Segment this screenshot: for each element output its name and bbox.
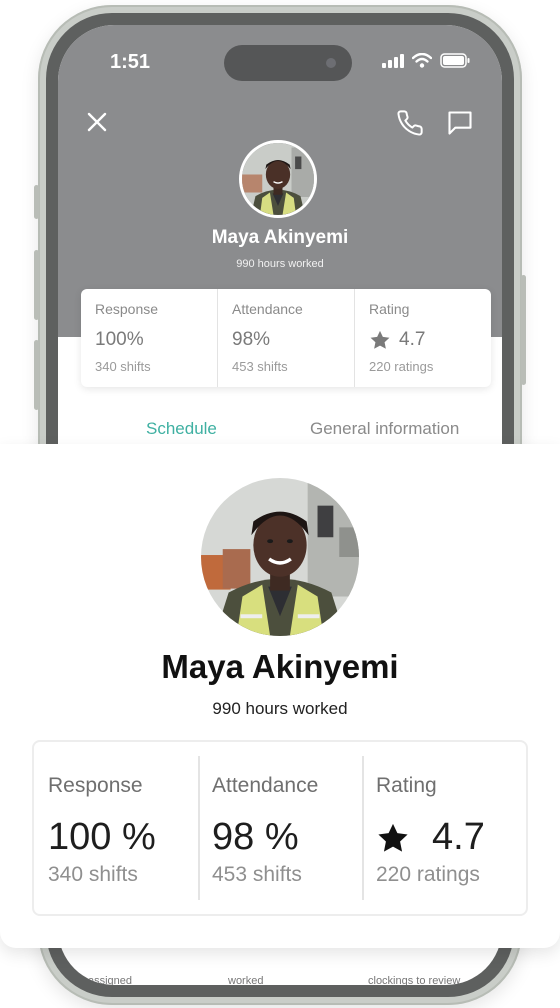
- stat-attendance: Attendance 98% 453 shifts: [218, 289, 355, 387]
- label-assigned: assigned: [88, 975, 133, 985]
- stat-rating: Rating 4.7 220 ratings: [355, 289, 491, 387]
- avatar: [239, 140, 317, 218]
- stat-sub: 220 ratings: [369, 359, 434, 374]
- chat-icon[interactable]: [446, 109, 474, 137]
- profile-name-large: Maya Akinyemi: [161, 648, 399, 685]
- stat-value-row: 4.7: [369, 329, 477, 351]
- hours-worked-large: 990 hours worked: [212, 699, 348, 718]
- stat-sub: 453 shifts: [212, 863, 302, 886]
- stat-value-row: 4.7: [376, 816, 512, 859]
- mute-switch: [34, 185, 39, 219]
- stat-response: Response 100% 340 shifts: [81, 289, 218, 387]
- stat-response-large: Response 100 % 340 shifts: [34, 742, 198, 914]
- stat-label: Response: [48, 774, 143, 797]
- label-clockings-to-review: clockings to review: [368, 975, 461, 985]
- status-time: 1:51: [110, 51, 151, 73]
- signal-icon: [382, 53, 404, 68]
- camera-icon: [326, 58, 336, 68]
- profile-zoom-card: Maya Akinyemi 990 hours worked Response …: [0, 444, 560, 948]
- stat-label: Attendance: [232, 301, 303, 317]
- volume-up-button: [34, 250, 39, 320]
- volume-down-button: [34, 340, 39, 410]
- stat-sub: 340 shifts: [48, 863, 138, 886]
- stat-rating-large: Rating 4.7 220 ratings: [362, 742, 526, 914]
- stat-sub: 453 shifts: [232, 359, 288, 374]
- battery-icon: [440, 53, 470, 68]
- stat-attendance-large: Attendance 98 % 453 shifts: [198, 742, 362, 914]
- tab-general-information[interactable]: General information: [310, 419, 459, 439]
- power-button: [521, 275, 526, 385]
- phone-icon[interactable]: [396, 109, 424, 137]
- stat-value: 4.7: [399, 329, 426, 350]
- stats-card-large: Response 100 % 340 shifts Attendance 98 …: [32, 740, 528, 916]
- star-icon: [370, 330, 390, 349]
- stat-label: Attendance: [212, 774, 319, 797]
- stat-value: 4.7: [432, 816, 485, 858]
- dynamic-island: [224, 45, 352, 81]
- stat-value: 100%: [95, 329, 144, 350]
- stat-label: Response: [95, 301, 159, 317]
- profile-name: Maya Akinyemi: [211, 227, 349, 248]
- star-icon: [378, 823, 408, 852]
- stat-sub: 340 shifts: [95, 359, 151, 374]
- header-actions: [58, 107, 502, 139]
- status-bar: 1:51: [58, 45, 502, 81]
- stat-value: 98%: [232, 329, 271, 350]
- stat-label: Rating: [376, 774, 437, 797]
- tab-schedule[interactable]: Schedule: [146, 419, 217, 439]
- stat-label: Rating: [369, 301, 410, 317]
- close-icon[interactable]: [86, 111, 108, 133]
- status-icons: [382, 53, 470, 68]
- stat-value: 100 %: [48, 816, 156, 858]
- avatar-photo: [242, 143, 314, 215]
- stat-value: 98 %: [212, 816, 299, 858]
- avatar-large: [201, 478, 359, 636]
- stats-card: Response 100% 340 shifts Attendance 98% …: [81, 289, 491, 387]
- avatar-photo-large: [201, 478, 359, 636]
- wifi-icon: [412, 53, 432, 68]
- label-worked: worked: [228, 975, 264, 985]
- stat-sub: 220 ratings: [376, 863, 480, 886]
- hours-worked: 990 hours worked: [236, 258, 324, 270]
